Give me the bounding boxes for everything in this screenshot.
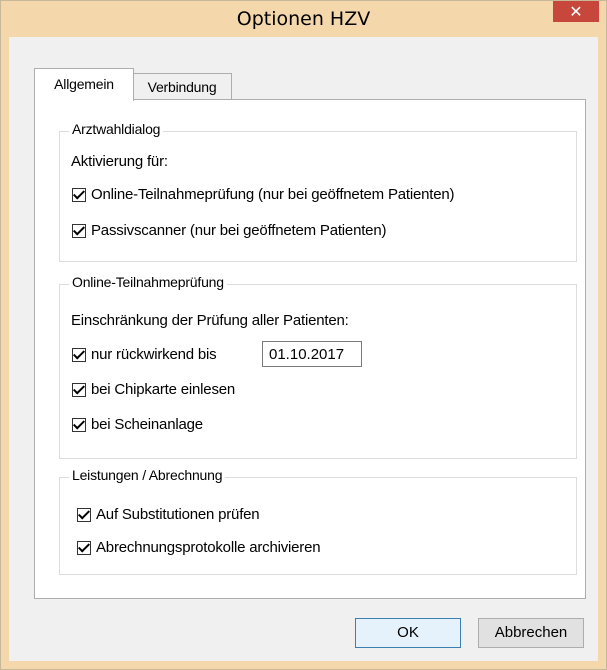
option-scheinanlage[interactable]: bei Scheinanlage [72,416,203,433]
option-online-check[interactable]: Online-Teilnahmeprüfung (nur bei geöffne… [72,186,455,203]
option-label: nur rückwirkend bis [91,346,217,363]
window-frame-bottom [1,661,606,669]
option-label: Online-Teilnahmeprüfung (nur bei geöffne… [91,186,455,203]
checkbox[interactable] [77,540,91,555]
cancel-button[interactable]: Abbrechen [478,618,584,648]
checkbox[interactable] [72,187,86,202]
option-substitutionen[interactable]: Auf Substitutionen prüfen [77,506,260,523]
close-icon: ✕ [569,2,583,21]
group-arztwahldialog: Arztwahldialog Aktivierung für: Online-T… [59,121,577,262]
group-legend: Leistungen / Abrechnung [69,467,226,483]
option-label: Auf Substitutionen prüfen [96,506,260,523]
checkbox[interactable] [72,223,86,238]
group-legend: Arztwahldialog [69,121,164,137]
tab-allgemein[interactable]: Allgemein [34,68,134,101]
option-label: bei Scheinanlage [91,416,203,433]
option-passivscanner[interactable]: Passivscanner (nur bei geöffnetem Patien… [72,222,386,239]
option-label: Passivscanner (nur bei geöffnetem Patien… [91,222,387,239]
option-label: bei Chipkarte einlesen [91,381,236,398]
window-frame-right [598,37,606,661]
checkbox[interactable] [72,382,86,397]
window-title: Optionen HZV [236,8,371,30]
tab-verbindung[interactable]: Verbindung [132,73,232,101]
date-field[interactable] [262,341,362,367]
option-abrechnungsprotokolle[interactable]: Abrechnungsprotokolle archivieren [77,539,321,556]
checkbox[interactable] [72,347,86,362]
window-frame-left [1,37,9,661]
restriction-label: Einschränkung der Prüfung aller Patiente… [71,312,349,329]
activation-label: Aktivierung für: [71,153,168,170]
option-chipkarte[interactable]: bei Chipkarte einlesen [72,381,235,398]
option-nur-rueckwirkend[interactable]: nur rückwirkend bis [72,346,217,363]
group-online-teilnahmepruefung: Online-Teilnahmeprüfung Einschränkung de… [59,274,577,459]
ok-button[interactable]: OK [355,618,461,648]
checkbox[interactable] [72,417,86,432]
group-leistungen-abrechnung: Leistungen / Abrechnung Auf Substitution… [59,467,577,575]
options-dialog: Optionen HZV ✕ Allgemein Verbindung Arzt… [0,0,607,670]
option-label: Abrechnungsprotokolle archivieren [96,539,321,556]
checkbox[interactable] [77,507,91,522]
tab-panel-allgemein: Arztwahldialog Aktivierung für: Online-T… [34,99,586,599]
title-bar: Optionen HZV ✕ [1,1,606,37]
group-legend: Online-Teilnahmeprüfung [69,274,227,290]
close-button[interactable]: ✕ [553,1,599,22]
